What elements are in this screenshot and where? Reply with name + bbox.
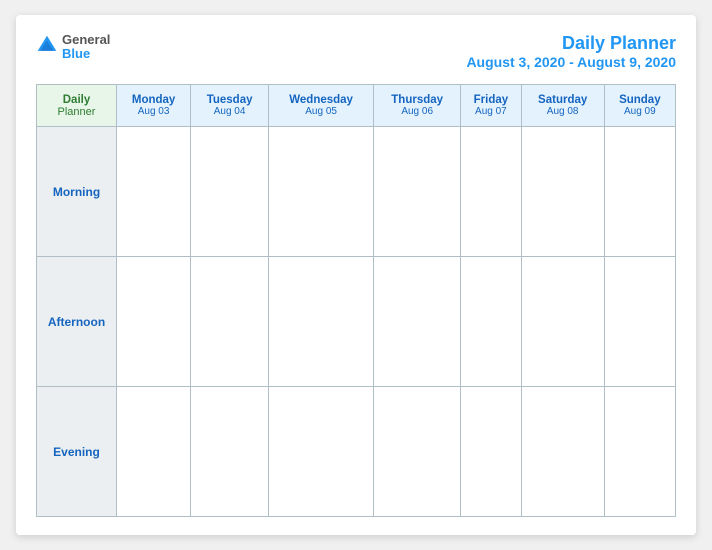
row-label-afternoon: Afternoon — [37, 257, 117, 387]
day-header-friday: FridayAug 07 — [461, 85, 522, 127]
cell-afternoon-sunday[interactable] — [604, 257, 675, 387]
cell-evening-sunday[interactable] — [604, 387, 675, 517]
logo: General Blue — [36, 33, 110, 62]
cell-morning-friday[interactable] — [461, 127, 522, 257]
header-row: Daily Planner MondayAug 03TuesdayAug 04W… — [37, 85, 676, 127]
generalblue-icon — [36, 34, 58, 56]
calendar-row: Evening — [37, 387, 676, 517]
cell-evening-monday[interactable] — [117, 387, 191, 517]
cell-evening-wednesday[interactable] — [269, 387, 374, 517]
planner-title: Daily Planner — [466, 33, 676, 54]
calendar-table: Daily Planner MondayAug 03TuesdayAug 04W… — [36, 84, 676, 517]
day-name: Saturday — [524, 94, 602, 106]
day-header-saturday: SaturdayAug 08 — [521, 85, 604, 127]
day-name: Wednesday — [271, 94, 371, 106]
cell-afternoon-tuesday[interactable] — [191, 257, 269, 387]
cell-morning-monday[interactable] — [117, 127, 191, 257]
calendar-row: Afternoon — [37, 257, 676, 387]
cell-evening-tuesday[interactable] — [191, 387, 269, 517]
day-header-tuesday: TuesdayAug 04 — [191, 85, 269, 127]
logo-text: General Blue — [62, 33, 110, 62]
cell-afternoon-thursday[interactable] — [374, 257, 461, 387]
day-name: Tuesday — [193, 94, 266, 106]
cell-evening-thursday[interactable] — [374, 387, 461, 517]
day-header-wednesday: WednesdayAug 05 — [269, 85, 374, 127]
cell-morning-thursday[interactable] — [374, 127, 461, 257]
label-col-top: Daily — [39, 94, 114, 106]
cell-morning-sunday[interactable] — [604, 127, 675, 257]
day-date: Aug 03 — [119, 106, 188, 117]
day-date: Aug 05 — [271, 106, 371, 117]
row-label-morning: Morning — [37, 127, 117, 257]
day-name: Friday — [463, 94, 519, 106]
page: General Blue Daily Planner August 3, 202… — [16, 15, 696, 535]
day-date: Aug 08 — [524, 106, 602, 117]
planner-dates: August 3, 2020 - August 9, 2020 — [466, 54, 676, 70]
calendar-row: Morning — [37, 127, 676, 257]
label-col-bottom: Planner — [39, 106, 114, 118]
cell-evening-friday[interactable] — [461, 387, 522, 517]
day-date: Aug 04 — [193, 106, 266, 117]
day-name: Monday — [119, 94, 188, 106]
cell-afternoon-friday[interactable] — [461, 257, 522, 387]
label-column-header: Daily Planner — [37, 85, 117, 127]
day-name: Sunday — [607, 94, 673, 106]
logo-general: General — [62, 33, 110, 47]
cell-evening-saturday[interactable] — [521, 387, 604, 517]
cell-afternoon-saturday[interactable] — [521, 257, 604, 387]
day-header-sunday: SundayAug 09 — [604, 85, 675, 127]
cell-afternoon-monday[interactable] — [117, 257, 191, 387]
day-header-monday: MondayAug 03 — [117, 85, 191, 127]
day-date: Aug 07 — [463, 106, 519, 117]
day-header-thursday: ThursdayAug 06 — [374, 85, 461, 127]
cell-morning-tuesday[interactable] — [191, 127, 269, 257]
day-date: Aug 09 — [607, 106, 673, 117]
day-name: Thursday — [376, 94, 458, 106]
row-label-evening: Evening — [37, 387, 117, 517]
title-block: Daily Planner August 3, 2020 - August 9,… — [466, 33, 676, 70]
cell-afternoon-wednesday[interactable] — [269, 257, 374, 387]
day-date: Aug 06 — [376, 106, 458, 117]
cell-morning-saturday[interactable] — [521, 127, 604, 257]
cell-morning-wednesday[interactable] — [269, 127, 374, 257]
header: General Blue Daily Planner August 3, 202… — [36, 33, 676, 70]
logo-blue: Blue — [62, 47, 110, 61]
